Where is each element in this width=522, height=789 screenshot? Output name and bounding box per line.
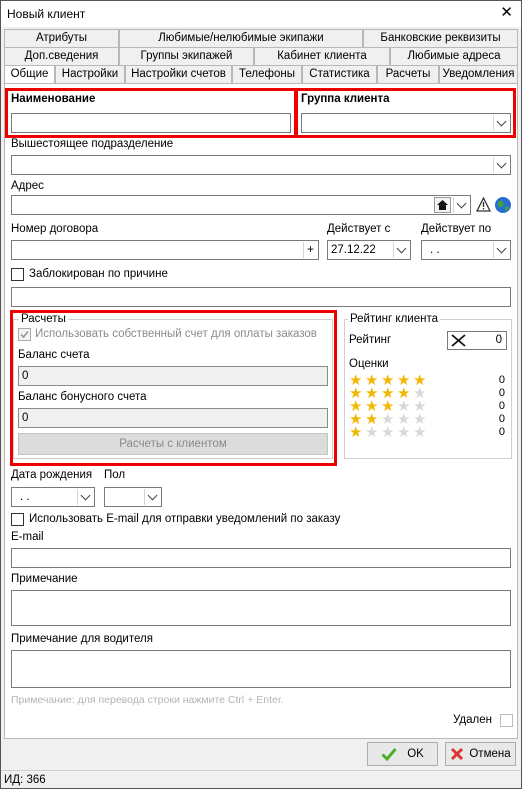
use-email-label: Использовать E-mail для отправки уведомл…: [29, 513, 341, 525]
chevron-down-icon[interactable]: [493, 242, 509, 258]
close-icon[interactable]: ✕: [500, 5, 513, 21]
cancel-button-label: Отмена: [469, 748, 511, 760]
chevron-down-icon[interactable]: [144, 489, 160, 505]
valid-from-date[interactable]: 27.12.22: [327, 240, 411, 260]
valid-to-value: . .: [430, 244, 440, 256]
tab-notifications[interactable]: Уведомления: [439, 65, 518, 83]
address-input[interactable]: [11, 195, 471, 215]
ok-button[interactable]: OK: [367, 742, 438, 766]
payments-highlight: [10, 310, 337, 466]
driver-note-textarea[interactable]: [11, 650, 511, 688]
parent-select[interactable]: [11, 155, 511, 175]
contract-input[interactable]: +: [11, 240, 319, 260]
title-bar: Новый клиент ✕: [1, 1, 521, 27]
name-highlight: [5, 88, 297, 138]
rating-value: 0: [495, 334, 502, 346]
driver-note-label: Примечание для водителя: [11, 633, 153, 645]
valid-to-label: Действует по: [421, 223, 492, 235]
tab-account-settings[interactable]: Настройки счетов: [125, 65, 232, 83]
tab-phones[interactable]: Телефоны: [232, 65, 302, 83]
star-row-count: 0: [498, 400, 505, 412]
note-label: Примечание: [11, 573, 78, 585]
tab-settings[interactable]: Настройки: [55, 65, 125, 83]
email-input[interactable]: [11, 548, 511, 568]
tab-attributes[interactable]: Атрибуты: [4, 29, 119, 47]
star-row-count: 0: [498, 387, 505, 399]
tab-row-3: Общие Настройки Настройки счетов Телефон…: [4, 65, 518, 83]
status-bar: ИД: 366: [1, 770, 521, 789]
rating-group-title: Рейтинг клиента: [348, 313, 440, 325]
tab-row-2: Доп.сведения Группы экипажей Кабинет кли…: [4, 47, 518, 65]
rating-cross-icon: [451, 334, 466, 347]
gender-select[interactable]: [104, 487, 162, 507]
address-label: Адрес: [11, 180, 44, 192]
star-filled-icon: ★: [349, 424, 363, 441]
globe-icon[interactable]: [494, 196, 512, 214]
tab-favorite-addresses[interactable]: Любимые адреса: [390, 47, 518, 65]
line-break-hint: Примечание: для перевода строки нажмите …: [11, 694, 284, 706]
tab-crew-groups[interactable]: Группы экипажей: [119, 47, 254, 65]
contract-label: Номер договора: [11, 223, 99, 235]
tab-favorite-crews[interactable]: Любимые/нелюбимые экипажи: [119, 29, 363, 47]
star-empty-icon: ★: [413, 424, 427, 441]
note-textarea[interactable]: [11, 590, 511, 626]
parent-label: Вышестоящее подразделение: [11, 138, 174, 150]
tab-payments[interactable]: Расчеты: [377, 65, 439, 83]
email-label: E-mail: [11, 531, 44, 543]
tab-bank-details[interactable]: Банковские реквизиты: [363, 29, 518, 47]
warning-icon[interactable]: [475, 196, 492, 212]
client-id: ИД: 366: [4, 774, 46, 786]
blocked-reason-input[interactable]: [11, 287, 511, 307]
chevron-down-icon[interactable]: [77, 489, 93, 505]
home-icon[interactable]: [434, 197, 451, 213]
scores-label: Оценки: [349, 358, 389, 370]
tab-extra-info[interactable]: Доп.сведения: [4, 47, 119, 65]
rating-label: Рейтинг: [349, 334, 392, 346]
use-email-checkbox[interactable]: [11, 513, 24, 526]
group-highlight: [295, 88, 516, 138]
blocked-checkbox[interactable]: [11, 268, 24, 281]
deleted-checkbox[interactable]: [500, 714, 513, 727]
star-row-count: 0: [498, 426, 505, 438]
check-icon: [381, 748, 397, 761]
deleted-label: Удален: [453, 714, 492, 726]
blocked-label: Заблокирован по причине: [29, 268, 168, 280]
window-title: Новый клиент: [7, 7, 86, 21]
tab-row-1: Атрибуты Любимые/нелюбимые экипажи Банко…: [4, 29, 518, 47]
star-row: ★ ★ ★ ★ ★ 0: [349, 424, 505, 441]
birth-date-label: Дата рождения: [11, 469, 93, 481]
star-row-count: 0: [498, 413, 505, 425]
tab-statistics[interactable]: Статистика: [302, 65, 377, 83]
valid-from-value: 27.12.22: [331, 244, 376, 256]
rating-field: 0: [447, 331, 507, 350]
chevron-down-icon[interactable]: [393, 242, 409, 258]
client-dialog: Новый клиент ✕ Атрибуты Любимые/нелюбимы…: [0, 0, 522, 789]
cancel-button[interactable]: Отмена: [445, 742, 516, 766]
gender-label: Пол: [104, 469, 126, 481]
birth-date-value: . .: [20, 491, 30, 503]
ok-button-label: OK: [407, 748, 424, 760]
valid-from-label: Действует с: [327, 223, 391, 235]
star-empty-icon: ★: [397, 424, 411, 441]
tab-general[interactable]: Общие: [4, 65, 55, 83]
star-empty-icon: ★: [365, 424, 379, 441]
chevron-down-icon[interactable]: [493, 157, 509, 173]
birth-date-input[interactable]: . .: [11, 487, 95, 507]
tab-client-cabinet[interactable]: Кабинет клиента: [254, 47, 390, 65]
star-empty-icon: ★: [381, 424, 395, 441]
cancel-x-icon: [451, 747, 464, 761]
plus-icon[interactable]: +: [303, 242, 317, 258]
chevron-down-icon[interactable]: [453, 197, 469, 213]
valid-to-date[interactable]: . .: [421, 240, 511, 260]
star-row-count: 0: [498, 374, 505, 386]
